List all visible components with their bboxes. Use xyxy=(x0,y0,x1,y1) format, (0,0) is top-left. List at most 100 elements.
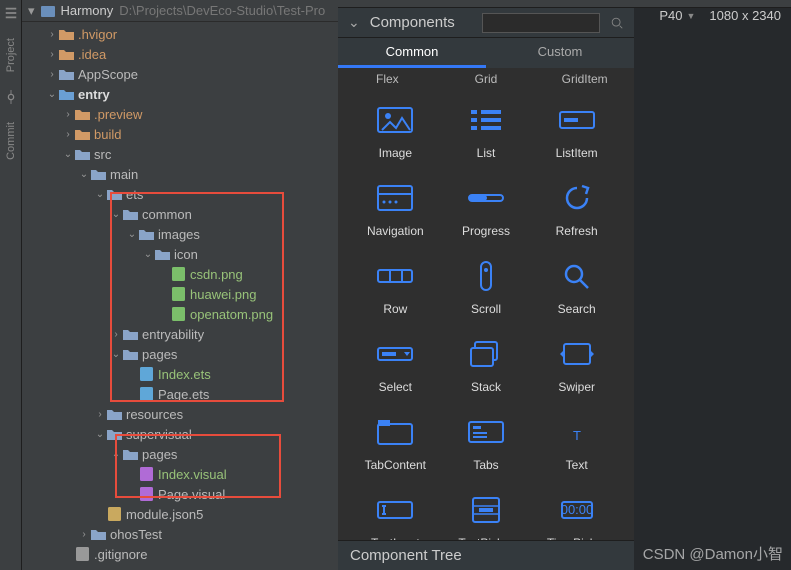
text-icon: T xyxy=(558,416,596,448)
tree-label: pages xyxy=(142,347,177,362)
component-tree-header[interactable]: Component Tree xyxy=(338,540,634,570)
folder-o-icon xyxy=(74,106,90,122)
folder-icon xyxy=(154,246,170,262)
tree-label: common xyxy=(142,207,192,222)
tree-file[interactable]: openatom.png xyxy=(22,304,338,324)
tab-common[interactable]: Common xyxy=(338,38,486,68)
tree-folder[interactable]: ›.preview xyxy=(22,104,338,124)
commit-icon[interactable] xyxy=(4,90,18,104)
tree-file[interactable]: Index.visual xyxy=(22,464,338,484)
component-label: TabContent xyxy=(365,458,426,472)
navigation-icon xyxy=(376,182,414,214)
device-picker[interactable]: P40▼ xyxy=(659,8,695,23)
tree-folder[interactable]: ⌄icon xyxy=(22,244,338,264)
component-select[interactable]: Select xyxy=(350,338,441,394)
component-search[interactable]: Search xyxy=(531,260,622,316)
project-icon xyxy=(41,4,55,18)
tree-file[interactable]: Page.ets xyxy=(22,384,338,404)
project-name[interactable]: Harmony xyxy=(61,3,114,18)
component-label: Swiper xyxy=(558,380,595,394)
tree-folder[interactable]: ⌄ images xyxy=(22,224,338,244)
chevron-icon: › xyxy=(78,529,90,540)
component-label: Image xyxy=(379,146,412,160)
tree-folder[interactable]: ›entryability xyxy=(22,324,338,344)
tree-folder[interactable]: ›.idea xyxy=(22,44,338,64)
component-tabs[interactable]: Tabs xyxy=(441,416,532,472)
component-textinput[interactable]: TextInput xyxy=(350,494,441,540)
tree-label: module.json5 xyxy=(126,507,203,522)
rail-project[interactable]: Project xyxy=(5,38,17,72)
tree-file[interactable]: module.json5 xyxy=(22,504,338,524)
chevron-icon: › xyxy=(62,109,74,120)
tree-folder[interactable]: ⌄entry xyxy=(22,84,338,104)
component-stack[interactable]: Stack xyxy=(441,338,532,394)
component-listitem[interactable]: ListItem xyxy=(531,104,622,160)
search-icon[interactable] xyxy=(610,16,624,30)
tree-folder[interactable]: ⌄pages xyxy=(22,444,338,464)
sublabel[interactable]: GridItem xyxy=(536,72,634,86)
chevron-down-icon[interactable]: ▾ xyxy=(28,3,35,19)
tree-folder[interactable]: ›build xyxy=(22,124,338,144)
tree-label: icon xyxy=(174,247,198,262)
tree-folder[interactable]: ⌄supervisual xyxy=(22,424,338,444)
component-swiper[interactable]: Swiper xyxy=(531,338,622,394)
collapse-icon[interactable] xyxy=(4,6,18,20)
chevron-icon: › xyxy=(46,69,58,80)
component-row[interactable]: Row xyxy=(350,260,441,316)
tree-label: Page.visual xyxy=(158,487,225,502)
chevron-icon: › xyxy=(62,129,74,140)
tree-folder[interactable]: ⌄src xyxy=(22,144,338,164)
resolution-label: 1080 x 2340 xyxy=(709,8,781,23)
component-list[interactable]: List xyxy=(441,104,532,160)
scroll-icon xyxy=(467,260,505,292)
tree-file[interactable]: Index.ets xyxy=(22,364,338,384)
chevron-icon: › xyxy=(94,409,106,420)
sublabel[interactable]: Flex xyxy=(338,72,436,86)
component-text[interactable]: T Text xyxy=(531,416,622,472)
chevron-down-icon[interactable]: ⌄ xyxy=(348,14,360,31)
project-path: D:\Projects\DevEco-Studio\Test-Pro xyxy=(119,3,332,18)
tree-folder[interactable]: ›ohosTest xyxy=(22,524,338,544)
tree-label: entryability xyxy=(142,327,204,342)
tree-label: images xyxy=(158,227,200,242)
folder-icon xyxy=(122,206,138,222)
tree-folder[interactable]: ⌄ets xyxy=(22,184,338,204)
tree-folder[interactable]: ⌄common xyxy=(22,204,338,224)
vis-icon xyxy=(138,486,154,502)
tab-custom[interactable]: Custom xyxy=(486,38,634,68)
component-navigation[interactable]: Navigation xyxy=(350,182,441,238)
chevron-icon: ⌄ xyxy=(126,229,138,240)
side-rail: Project Commit xyxy=(0,0,22,570)
tree-folder[interactable]: ›.hvigor xyxy=(22,24,338,44)
textpicker-icon xyxy=(467,494,505,526)
component-textpicker[interactable]: TextPicker xyxy=(441,494,532,540)
image-icon xyxy=(376,104,414,136)
component-timepicker[interactable]: 00:00TimePicker xyxy=(531,494,622,540)
tree-file[interactable]: Page.visual xyxy=(22,484,338,504)
component-progress[interactable]: Progress xyxy=(441,182,532,238)
tree-file[interactable]: .gitignore xyxy=(22,544,338,564)
progress-icon xyxy=(467,182,505,214)
tree-folder[interactable]: ›resources xyxy=(22,404,338,424)
component-label: Text xyxy=(566,458,588,472)
component-scroll[interactable]: Scroll xyxy=(441,260,532,316)
component-refresh[interactable]: Refresh xyxy=(531,182,622,238)
tree-folder[interactable]: ›AppScope xyxy=(22,64,338,84)
tree-label: entry xyxy=(78,87,110,102)
component-image[interactable]: Image xyxy=(350,104,441,160)
rail-commit[interactable]: Commit xyxy=(5,122,17,160)
tree-folder[interactable]: ⌄main xyxy=(22,164,338,184)
device-bar: P40▼ 1080 x 2340 xyxy=(659,8,781,23)
components-scroll[interactable]: Image ListListItem NavigationProgressRefre… xyxy=(338,86,634,540)
project-header: ▾ Harmony D:\Projects\DevEco-Studio\Test… xyxy=(22,0,338,22)
tree-file[interactable]: huawei.png xyxy=(22,284,338,304)
search-input[interactable] xyxy=(482,13,600,33)
project-panel: ▾ Harmony D:\Projects\DevEco-Studio\Test… xyxy=(22,0,338,570)
tree-label: .hvigor xyxy=(78,27,117,42)
tree-file[interactable]: csdn.png xyxy=(22,264,338,284)
folder-o-icon xyxy=(74,126,90,142)
sublabel[interactable]: Grid xyxy=(437,72,535,86)
tree-folder[interactable]: ⌄pages xyxy=(22,344,338,364)
tree-label: supervisual xyxy=(126,427,192,442)
component-tabcontent[interactable]: TabContent xyxy=(350,416,441,472)
